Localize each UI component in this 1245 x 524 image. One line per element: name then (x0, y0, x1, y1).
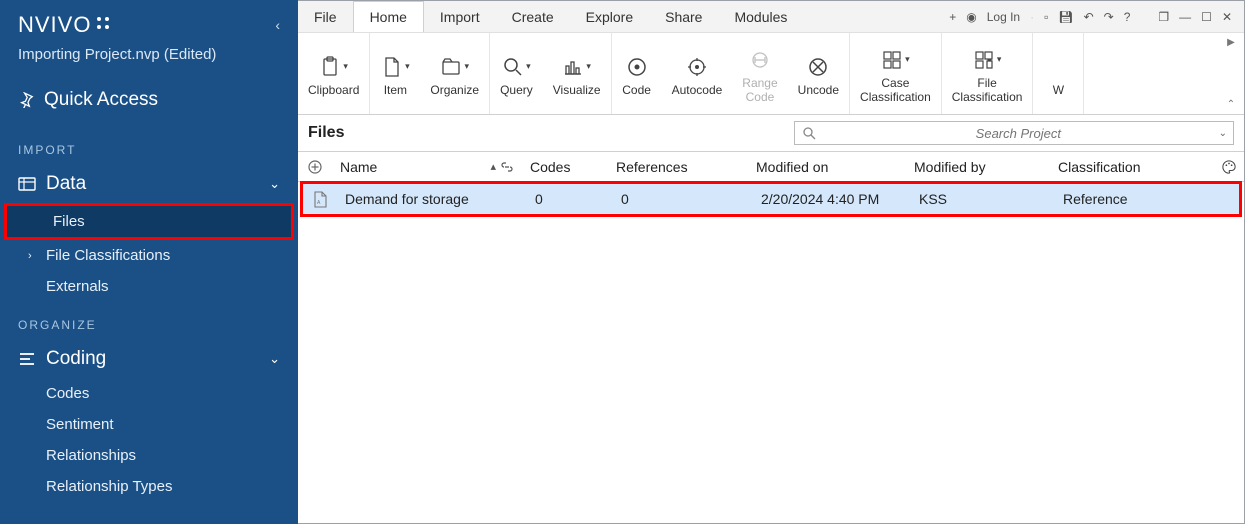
cell-modified-on: 2/20/2024 4:40 PM (753, 191, 911, 207)
table-header: Name ▴ Codes References Modified on Modi… (298, 152, 1244, 182)
col-codes[interactable]: Codes (522, 159, 608, 175)
sidebar: NVIVO ‹ Importing Project.nvp (Edited) Q… (0, 0, 298, 524)
add-icon[interactable]: + (949, 10, 956, 24)
cell-classification: Reference (1055, 191, 1209, 207)
ribbon-range-code: RangeCode (732, 39, 787, 109)
menu-share[interactable]: Share (649, 1, 718, 32)
sidebar-item-codes[interactable]: Codes (0, 378, 298, 409)
chevron-down-icon: ⌄ (269, 351, 280, 367)
logo-dots-icon (95, 15, 115, 35)
search-project-box[interactable]: ⌄ (794, 121, 1234, 145)
organize-section-header: ORGANIZE (0, 302, 298, 340)
menu-file[interactable]: File (298, 1, 353, 32)
sidebar-item-externals[interactable]: Externals (0, 271, 298, 302)
panel-title: Files (308, 124, 344, 142)
login-button[interactable]: Log In (987, 10, 1020, 24)
minimize-icon[interactable]: — (1179, 10, 1191, 24)
col-name[interactable]: Name ▴ (332, 159, 522, 175)
caseclass-icon: ▾ (881, 45, 910, 75)
ribbon-item[interactable]: ▾Item (370, 46, 420, 102)
sidebar-item-sentiment[interactable]: Sentiment (0, 409, 298, 440)
sidebar-group-data[interactable]: Data ⌄ (0, 165, 298, 203)
sort-asc-icon: ▴ (490, 160, 496, 173)
expand-column-icon[interactable] (298, 160, 332, 174)
col-modified-by[interactable]: Modified by (906, 159, 1050, 175)
undo-icon[interactable]: ↶ (1084, 10, 1094, 24)
ribbon-scroll-icon[interactable]: ▶ (1222, 37, 1240, 48)
ribbon-case-classification[interactable]: ▾CaseClassification (850, 39, 941, 109)
close-icon[interactable]: ✕ (1222, 10, 1232, 24)
uncode-icon (807, 52, 829, 82)
ribbon-visualize[interactable]: ▾Visualize (543, 46, 611, 102)
search-input[interactable] (824, 126, 1213, 141)
ribbon-clipboard[interactable]: ▾Clipboard (298, 46, 369, 102)
sidebar-item-files[interactable]: Files (7, 206, 291, 237)
pin-icon (18, 92, 34, 108)
help-icon[interactable]: ? (1124, 10, 1131, 24)
chevron-down-icon: ⌄ (269, 176, 280, 192)
cell-modified-by: KSS (911, 191, 1055, 207)
color-palette-icon[interactable] (1214, 159, 1244, 175)
ribbon-query[interactable]: ▾Query (490, 46, 543, 102)
menu-explore[interactable]: Explore (570, 1, 649, 32)
ribbon-w[interactable]: W (1033, 46, 1083, 102)
menu-import[interactable]: Import (424, 1, 496, 32)
menu-modules[interactable]: Modules (718, 1, 803, 32)
file-type-pdf-icon: A (303, 191, 337, 208)
save-icon[interactable]: 💾︎ (1058, 10, 1073, 24)
menu-bar: File Home Import Create Explore Share Mo… (298, 1, 1244, 33)
table-row[interactable]: A Demand for storage 0 0 2/20/2024 4:40 … (303, 184, 1239, 214)
data-icon (18, 175, 36, 193)
sidebar-item-relationship-types[interactable]: Relationship Types (0, 471, 298, 502)
cell-name: Demand for storage (337, 191, 527, 207)
code-icon (626, 52, 648, 82)
window-controls: + ◉ Log In · ▫ 💾︎ ↶ ↷ ? ❐ — ☐ ✕ (949, 10, 1244, 24)
project-title: Importing Project.nvp (Edited) (0, 42, 298, 79)
fileclass-icon: ▾ (973, 45, 1002, 75)
quick-access-button[interactable]: Quick Access (0, 79, 298, 127)
sidebar-item-relationships[interactable]: Relationships (0, 440, 298, 471)
ribbon-collapse-icon[interactable]: ⌃ (1222, 99, 1240, 110)
files-table: Name ▴ Codes References Modified on Modi… (298, 152, 1244, 217)
ribbon-file-classification[interactable]: ▾FileClassification (942, 39, 1033, 109)
clipboard-icon: ▾ (319, 52, 348, 82)
ribbon-organize[interactable]: ▾Organize (420, 46, 489, 102)
col-references[interactable]: References (608, 159, 748, 175)
ribbon: ▾Clipboard▾Item▾Organize▾Query▾Visualize… (298, 33, 1244, 115)
visualize-icon: ▾ (562, 52, 591, 82)
file-icon: ▾ (381, 52, 410, 82)
col-modified-on[interactable]: Modified on (748, 159, 906, 175)
query-icon: ▾ (502, 52, 531, 82)
ribbon-uncode[interactable]: Uncode (788, 46, 849, 102)
coding-icon (18, 350, 36, 368)
user-icon[interactable]: ◉ (966, 10, 976, 24)
sidebar-item-file-classifications[interactable]: ›File Classifications (0, 240, 298, 271)
ribbon-autocode[interactable]: Autocode (662, 46, 733, 102)
search-icon (795, 127, 824, 140)
divider: · (1030, 10, 1034, 24)
search-dropdown-icon[interactable]: ⌄ (1213, 128, 1233, 139)
import-section-header: IMPORT (0, 127, 298, 165)
cell-references: 0 (613, 191, 753, 207)
menu-home[interactable]: Home (353, 1, 424, 32)
new-icon[interactable]: ▫ (1044, 10, 1048, 24)
main-panel: File Home Import Create Explore Share Mo… (298, 0, 1245, 524)
cell-codes: 0 (527, 191, 613, 207)
maximize-icon[interactable]: ☐ (1201, 10, 1212, 24)
chevron-right-icon: › (28, 250, 40, 262)
menu-create[interactable]: Create (496, 1, 570, 32)
ribbon-code[interactable]: Code (612, 46, 662, 102)
sidebar-group-coding[interactable]: Coding ⌄ (0, 340, 298, 378)
app-logo: NVIVO (18, 12, 115, 38)
collapse-sidebar-icon[interactable]: ‹ (275, 17, 280, 33)
col-classification[interactable]: Classification (1050, 159, 1214, 175)
svg-text:A: A (317, 200, 321, 206)
organize-icon: ▾ (440, 52, 469, 82)
autocode-icon (686, 52, 708, 82)
redo-icon[interactable]: ↷ (1104, 10, 1114, 24)
link-icon (500, 162, 514, 172)
range-icon (749, 45, 771, 75)
restore-down-icon[interactable]: ❐ (1158, 10, 1169, 24)
